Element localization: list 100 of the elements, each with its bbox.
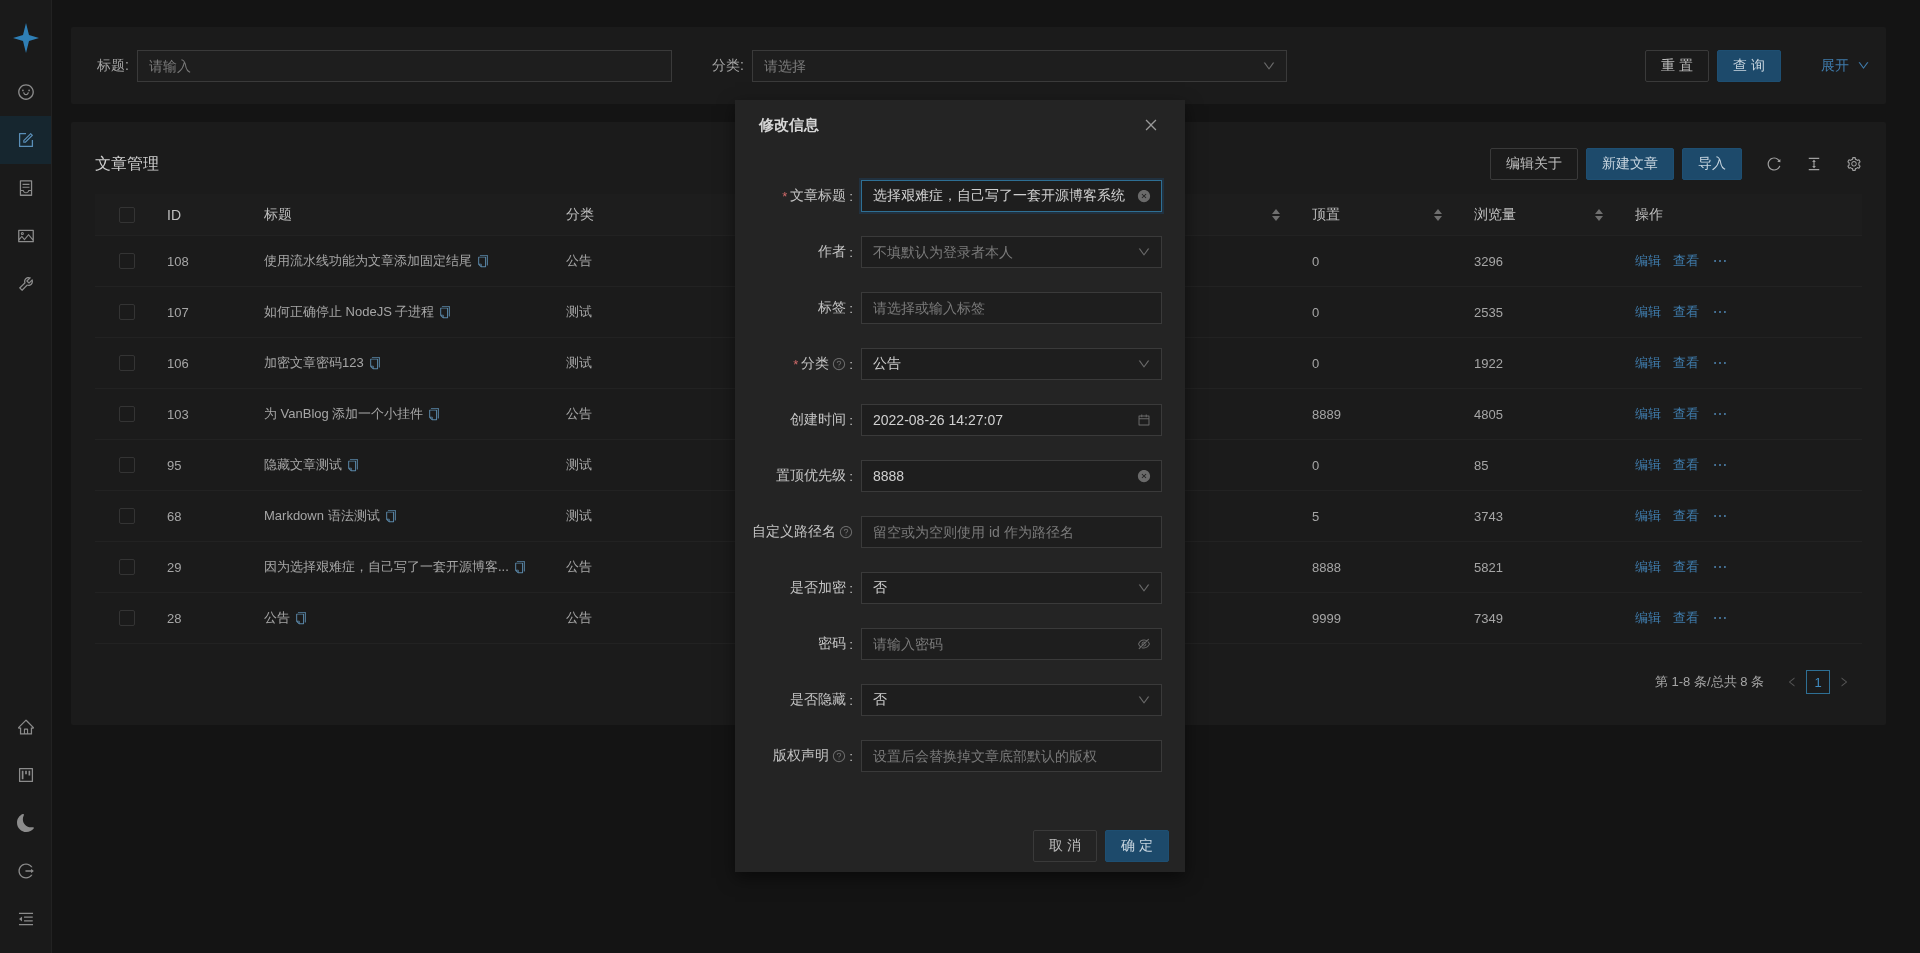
table-cell: Markdown 语法测试 — [264, 507, 380, 525]
select-field[interactable]: 不填默认为登录者本人 — [861, 236, 1162, 268]
input-field[interactable]: 请选择或输入标签 — [861, 292, 1162, 324]
view-link[interactable]: 查看 — [1673, 405, 1699, 423]
table-cell: 8888 — [1312, 559, 1341, 575]
field-label: 分类: — [711, 56, 744, 75]
table-cell: 8889 — [1312, 406, 1341, 422]
table-cell: 公告 — [566, 558, 592, 576]
table-cell: 隐藏文章测试 — [264, 456, 342, 474]
copy-icon[interactable] — [512, 560, 527, 574]
row-checkbox[interactable] — [119, 559, 135, 575]
date-field[interactable]: 2022-08-26 14:27:07 — [861, 404, 1162, 436]
input-field[interactable]: 8888 — [861, 460, 1162, 492]
edit-link[interactable]: 编辑 — [1635, 558, 1661, 576]
row-checkbox[interactable] — [119, 406, 135, 422]
field-label: 创建时间 — [790, 411, 847, 429]
clear-icon[interactable] — [1137, 189, 1151, 203]
edit-link[interactable]: 编辑 — [1635, 456, 1661, 474]
label-colon: : — [849, 748, 853, 764]
view-link[interactable]: 查看 — [1673, 507, 1699, 525]
smile-icon — [16, 83, 35, 101]
row-checkbox[interactable] — [119, 355, 135, 371]
view-link[interactable]: 查看 — [1673, 456, 1699, 474]
row-checkbox[interactable] — [119, 253, 135, 269]
column-height-icon[interactable] — [1806, 156, 1822, 172]
toolbar-button[interactable]: 新建文章 — [1586, 148, 1674, 180]
confirm-button[interactable]: 确 定 — [1105, 830, 1169, 862]
password-field[interactable]: 请输入密码 — [861, 628, 1162, 660]
edit-link[interactable]: 编辑 — [1635, 507, 1661, 525]
select-field[interactable]: 请选择 — [751, 49, 1287, 82]
page-number[interactable]: 1 — [1806, 670, 1830, 694]
edit-link[interactable]: 编辑 — [1635, 405, 1661, 423]
help-icon[interactable] — [832, 749, 847, 763]
table-cell: 0 — [1312, 355, 1320, 371]
help-icon[interactable] — [839, 525, 853, 539]
board-icon[interactable] — [16, 766, 35, 784]
table-cell: 测试 — [566, 456, 592, 474]
input-field[interactable]: 设置后会替换掉文章底部默认的版权 — [861, 740, 1162, 772]
view-link[interactable]: 查看 — [1673, 609, 1699, 627]
moon-icon[interactable] — [16, 814, 35, 832]
table-cell: 测试 — [566, 303, 592, 321]
settings-icon[interactable] — [1846, 156, 1862, 172]
star-logo — [12, 23, 39, 53]
view-link[interactable]: 查看 — [1673, 558, 1699, 576]
sort-icon[interactable] — [1272, 208, 1280, 221]
menu-fold-icon[interactable] — [16, 910, 35, 928]
table-cell: 3296 — [1474, 253, 1503, 269]
reset-button[interactable]: 重 置 — [1645, 49, 1710, 82]
help-icon[interactable] — [832, 357, 847, 371]
table-cell: 95 — [167, 457, 182, 473]
calendar-icon[interactable] — [1137, 413, 1151, 427]
copy-icon[interactable] — [367, 356, 382, 370]
copy-icon[interactable] — [427, 407, 442, 421]
reload-icon[interactable] — [1766, 156, 1782, 172]
row-checkbox[interactable] — [119, 304, 135, 320]
row-checkbox[interactable] — [119, 457, 135, 473]
query-button[interactable]: 查 询 — [1717, 49, 1781, 82]
cancel-button[interactable]: 取 消 — [1033, 830, 1098, 862]
edit-link[interactable]: 编辑 — [1635, 303, 1661, 321]
clear-icon[interactable] — [1137, 469, 1151, 483]
input-field[interactable]: 留空或为空则使用 id 作为路径名 — [861, 516, 1162, 548]
logout-icon[interactable] — [16, 862, 35, 880]
edit-link[interactable]: 编辑 — [1635, 252, 1661, 270]
input-field[interactable]: 请输入 — [136, 49, 672, 82]
table-cell: 107 — [167, 304, 189, 320]
field-label: 分类 — [801, 355, 830, 373]
copy-icon[interactable] — [438, 305, 453, 319]
close-icon[interactable] — [1143, 117, 1159, 133]
copy-icon[interactable] — [476, 254, 490, 268]
edit-link[interactable]: 编辑 — [1635, 354, 1661, 372]
sort-icon[interactable] — [1434, 208, 1442, 221]
toolbar-button[interactable]: 编辑关于 — [1490, 148, 1578, 180]
select-field[interactable]: 否 — [861, 572, 1162, 604]
field-label: 是否加密 — [790, 579, 847, 597]
toolbar-button[interactable]: 导入 — [1682, 148, 1742, 180]
home-icon[interactable] — [16, 718, 35, 736]
view-link[interactable]: 查看 — [1673, 303, 1699, 321]
eye-slash-icon[interactable] — [1137, 637, 1151, 651]
chevron-down-icon[interactable] — [1857, 59, 1870, 72]
expand-link[interactable]: 展开 — [1821, 56, 1849, 75]
copy-icon[interactable] — [346, 458, 360, 472]
view-link[interactable]: 查看 — [1673, 252, 1699, 270]
copy-icon[interactable] — [294, 611, 308, 625]
row-checkbox[interactable] — [119, 610, 135, 626]
view-link[interactable]: 查看 — [1673, 354, 1699, 372]
input-field[interactable]: 选择艰难症，自己写了一套开源博客系统 — [861, 180, 1162, 212]
table-cell: 公告 — [566, 609, 592, 627]
table-cell: 9999 — [1312, 610, 1341, 626]
field-label: 置顶优先级 — [776, 467, 847, 485]
select-field[interactable]: 否 — [861, 684, 1162, 716]
label-colon: : — [849, 188, 853, 204]
field-label: 标签 — [818, 299, 847, 317]
row-checkbox[interactable] — [119, 508, 135, 524]
select-field[interactable]: 公告 — [861, 348, 1162, 380]
field-label: 版权声明 — [773, 747, 830, 765]
sort-icon[interactable] — [1595, 208, 1603, 221]
sidebar-item[interactable] — [0, 116, 51, 164]
edit-link[interactable]: 编辑 — [1635, 609, 1661, 627]
table-cell: 测试 — [566, 354, 592, 372]
copy-icon[interactable] — [383, 509, 398, 523]
